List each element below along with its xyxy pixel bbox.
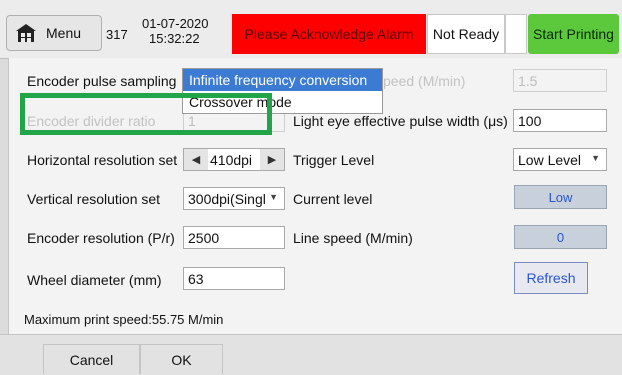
trigger-level-value: Low Level [518, 151, 582, 168]
dropdown-caret-icon: ▼ [591, 153, 600, 163]
highlight-box [20, 93, 272, 135]
current-level-value: Low [514, 185, 607, 209]
speed-field: 1.5 [513, 69, 607, 92]
horizontal-resolution-label: Horizontal resolution set [27, 152, 178, 168]
current-level-label: Current level [293, 191, 373, 207]
horizontal-resolution-stepper: ◀ 410dpi ▶ [183, 148, 285, 171]
date-text: 01-07-2020 [142, 16, 209, 31]
horizontal-resolution-value: 410dpi [210, 151, 253, 168]
cancel-button[interactable]: Cancel [43, 344, 140, 374]
encoder-resolution-label: Encoder resolution (P/r) [27, 230, 175, 246]
speed-label: peed (M/min) [383, 73, 466, 89]
vertical-resolution-value: 300dpi(Single [188, 190, 266, 207]
vertical-resolution-label: Vertical resolution set [27, 191, 161, 207]
increase-arrow-icon[interactable]: ▶ [260, 149, 284, 170]
light-eye-label: Light eye effective pulse width (μs) [293, 113, 508, 129]
decrease-arrow-icon[interactable]: ◀ [184, 149, 208, 170]
encoder-sampling-label: Encoder pulse sampling [27, 73, 177, 89]
dropdown-caret-icon: ▼ [269, 192, 278, 202]
status-spacer [505, 14, 527, 54]
ok-button[interactable]: OK [140, 344, 223, 374]
vertical-resolution-select[interactable]: 300dpi(Single ▼ [183, 187, 285, 210]
light-eye-field[interactable]: 100 [513, 109, 607, 132]
wheel-diameter-field[interactable]: 63 [183, 267, 285, 290]
line-speed-label: Line speed (M/min) [293, 230, 413, 246]
wheel-diameter-label: Wheel diameter (mm) [27, 272, 162, 288]
status-badge: Not Ready [427, 14, 505, 54]
refresh-button[interactable]: Refresh [514, 262, 588, 294]
menu-label: Menu [46, 25, 82, 41]
dropdown-option[interactable]: Infinite frequency conversion [183, 69, 382, 91]
top-toolbar: Menu 317 01-07-2020 15:32:22 Please Ackn… [0, 0, 622, 59]
encoder-resolution-field[interactable]: 2500 [183, 226, 285, 249]
time-text: 15:32:22 [149, 31, 200, 46]
datetime-display: 01-07-2020 15:32:22 [142, 16, 209, 46]
max-print-speed-text: Maximum print speed:55.75 M/min [24, 312, 224, 327]
start-printing-button[interactable]: Start Printing [528, 14, 619, 54]
counter-value: 317 [106, 27, 128, 42]
menu-button[interactable]: Menu [6, 15, 102, 51]
trigger-level-select[interactable]: Low Level ▼ [513, 148, 607, 171]
trigger-level-label: Trigger Level [293, 152, 375, 168]
line-speed-value: 0 [514, 225, 607, 249]
alarm-button[interactable]: Please Acknowledge Alarm [232, 14, 426, 54]
home-icon [16, 24, 36, 42]
